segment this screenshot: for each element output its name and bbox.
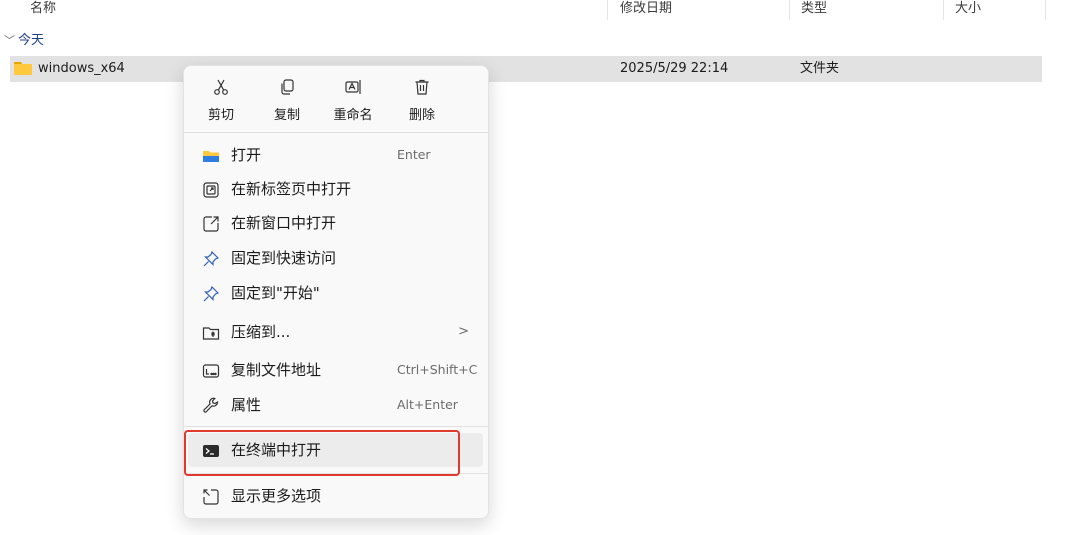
file-row[interactable]: windows_x64 2025/5/29 22:14 文件夹	[10, 56, 1042, 82]
more-options-icon	[203, 489, 219, 505]
menu-divider	[184, 132, 488, 133]
delete-button[interactable]: 删除	[395, 74, 449, 126]
menu-item-open[interactable]: 打开 Enter	[188, 138, 483, 172]
menu-item-shortcut: Alt+Enter	[397, 397, 458, 412]
pin-icon	[203, 250, 220, 267]
column-size[interactable]: 大小	[951, 0, 981, 20]
menu-item-label: 属性	[231, 396, 262, 414]
menu-item-shortcut: Ctrl+Shift+C	[397, 362, 478, 377]
column-name[interactable]: 名称	[26, 0, 56, 20]
file-type: 文件夹	[800, 61, 840, 76]
copy-label: 复制	[273, 108, 300, 123]
quick-actions-bar: 剪切 复制 重命名 删除	[184, 66, 488, 130]
pin-icon	[203, 285, 220, 302]
wrench-icon	[203, 397, 219, 413]
new-tab-icon	[203, 182, 219, 198]
column-divider[interactable]	[1045, 0, 1046, 20]
folder-icon	[14, 62, 32, 75]
group-header-today[interactable]: ﹀ 今天	[4, 32, 44, 50]
delete-label: 删除	[408, 108, 435, 123]
menu-item-label: 固定到"开始"	[231, 284, 320, 302]
chevron-down-icon: ﹀	[4, 34, 15, 47]
menu-item-label: 在新标签页中打开	[231, 180, 352, 198]
menu-item-open-new-window[interactable]: 在新窗口中打开	[188, 206, 483, 240]
new-window-icon	[203, 216, 219, 232]
menu-item-label: 显示更多选项	[231, 487, 322, 505]
column-modified[interactable]: 修改日期	[616, 0, 672, 20]
menu-item-pin-start[interactable]: 固定到"开始"	[188, 276, 483, 310]
column-header: 名称 修改日期 类型 大小	[0, 0, 1080, 22]
menu-item-label: 复制文件地址	[231, 361, 322, 379]
menu-item-shortcut: Enter	[397, 147, 431, 162]
copy-button[interactable]: 复制	[260, 74, 314, 126]
copy-path-icon	[202, 364, 220, 378]
copy-icon	[281, 79, 294, 95]
column-divider[interactable]	[943, 0, 944, 20]
rename-label: 重命名	[333, 108, 373, 123]
group-label: 今天	[18, 33, 45, 48]
menu-item-copy-path[interactable]: 复制文件地址 Ctrl+Shift+C	[188, 353, 483, 387]
column-divider[interactable]	[607, 0, 608, 20]
column-divider[interactable]	[789, 0, 790, 20]
menu-item-compress[interactable]: 压缩到... >	[188, 315, 483, 349]
menu-item-label: 打开	[231, 146, 262, 164]
file-explorer: 名称 修改日期 类型 大小 ﹀ 今天 windows_x64 2025/5/29 …	[0, 0, 1080, 535]
file-modified: 2025/5/29 22:14	[620, 61, 729, 76]
menu-item-label: 固定到快速访问	[231, 249, 337, 267]
trash-icon	[415, 79, 429, 95]
menu-item-label: 在新窗口中打开	[231, 214, 337, 232]
menu-item-open-new-tab[interactable]: 在新标签页中打开	[188, 172, 483, 206]
chevron-right-icon: >	[458, 324, 469, 339]
menu-item-pin-quick-access[interactable]: 固定到快速访问	[188, 241, 483, 275]
rename-button[interactable]: 重命名	[326, 74, 380, 126]
column-type[interactable]: 类型	[797, 0, 827, 20]
menu-item-show-more[interactable]: 显示更多选项	[188, 479, 483, 513]
rename-icon	[345, 80, 361, 94]
menu-item-properties[interactable]: 属性 Alt+Enter	[188, 388, 483, 422]
zip-folder-icon	[202, 327, 220, 340]
cut-label: 剪切	[207, 108, 234, 123]
scissors-icon	[214, 79, 228, 95]
menu-item-label: 压缩到...	[231, 323, 291, 341]
menu-divider	[184, 426, 488, 427]
file-name: windows_x64	[38, 61, 125, 76]
folder-open-icon	[203, 151, 219, 162]
highlight-annotation	[184, 430, 460, 476]
cut-button[interactable]: 剪切	[194, 74, 248, 126]
